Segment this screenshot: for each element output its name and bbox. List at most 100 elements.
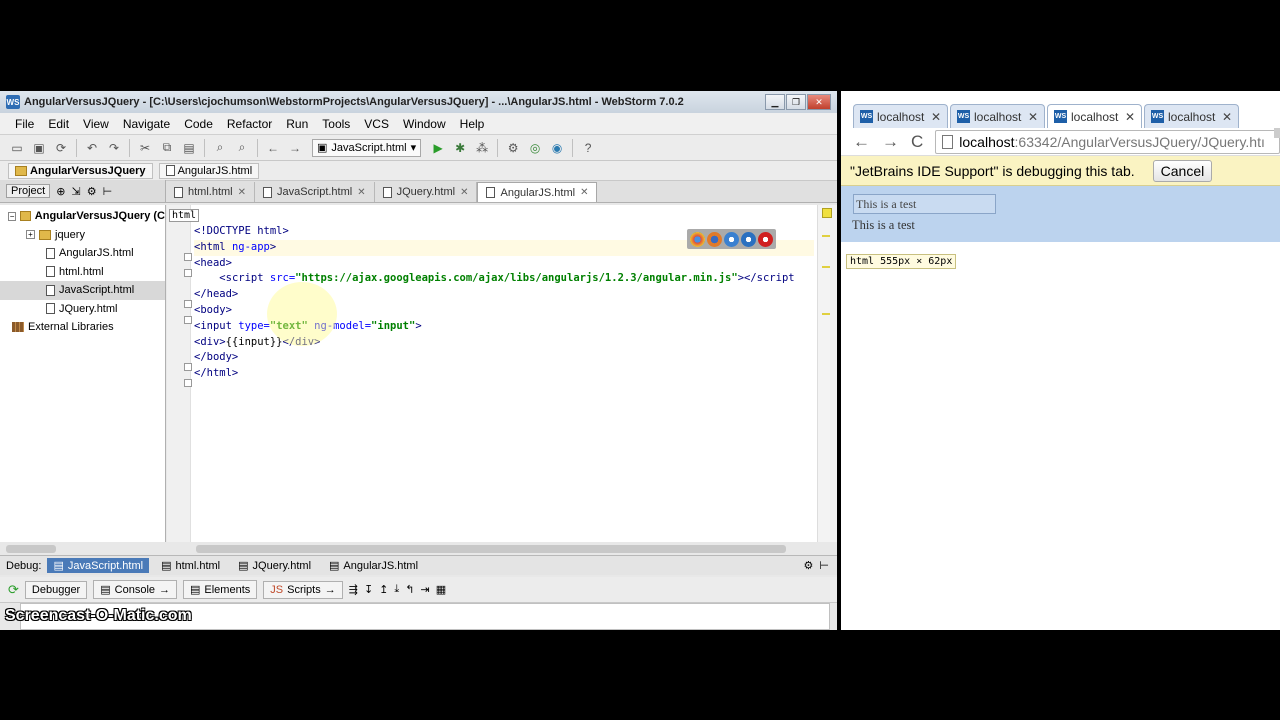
warning-marker[interactable] [822, 235, 830, 237]
rerun-icon[interactable]: ⟳ [8, 582, 19, 598]
close-tab-icon[interactable]: ✕ [931, 110, 941, 124]
fold-icon[interactable] [184, 300, 192, 308]
close-tab-icon[interactable]: ✕ [1222, 110, 1232, 124]
close-button[interactable]: ✕ [807, 94, 831, 110]
menu-run[interactable]: Run [279, 117, 315, 131]
text-input[interactable]: This is a test [853, 194, 996, 214]
code-line[interactable]: <head> [194, 256, 814, 272]
browser-tab[interactable]: WS localhost ✕ [1047, 104, 1142, 128]
tree-item-jquery[interactable]: + jquery [0, 226, 165, 245]
step-into-icon[interactable]: ↧ [364, 583, 373, 596]
menu-view[interactable]: View [76, 117, 116, 131]
hide-icon[interactable]: ⊢ [819, 559, 829, 572]
scroll-thumb[interactable] [196, 545, 786, 553]
back-icon[interactable]: ← [264, 139, 282, 157]
warning-marker[interactable] [822, 266, 830, 268]
redo-icon[interactable]: ↷ [105, 139, 123, 157]
run-config-select[interactable]: ▣ JavaScript.html ▾ [312, 138, 422, 157]
close-icon[interactable]: ✕ [460, 187, 468, 198]
fold-icon[interactable] [184, 363, 192, 371]
plugin-icon[interactable]: ◎ [526, 139, 544, 157]
address-bar[interactable]: localhost:63342/AngularVersusJQuery/JQue… [935, 129, 1280, 154]
paste-icon[interactable]: ▤ [180, 139, 198, 157]
run-icon[interactable]: ▶ [429, 139, 447, 157]
gear-icon[interactable]: ⚙ [87, 185, 97, 198]
tree-item-html[interactable]: html.html [0, 263, 165, 282]
back-icon[interactable]: ← [853, 132, 870, 152]
close-tab-icon[interactable]: ✕ [1125, 110, 1135, 124]
restore-button[interactable]: ❐ [786, 94, 806, 110]
code-line[interactable]: </html> [194, 366, 814, 382]
step-return-icon[interactable]: ↰ [405, 583, 414, 596]
console-tab[interactable]: ▤ Console → [93, 580, 177, 599]
hide-icon[interactable]: ⊢ [103, 185, 113, 198]
minimize-button[interactable]: ▁ [765, 94, 785, 110]
close-tab-icon[interactable]: ✕ [1028, 110, 1038, 124]
settings-icon[interactable]: ⚙ [504, 139, 522, 157]
close-icon[interactable]: ✕ [357, 187, 365, 198]
tab-file[interactable]: AngularJS.html ✕ [477, 182, 598, 202]
browser-tab[interactable]: WS localhost ✕ [1144, 104, 1239, 128]
tag-breadcrumb[interactable]: html [169, 209, 200, 222]
tree-item-external-libraries[interactable]: External Libraries [0, 318, 165, 337]
forward-icon[interactable]: → [286, 139, 304, 157]
menu-help[interactable]: Help [453, 117, 492, 131]
open-folder-icon[interactable]: ▭ [8, 139, 26, 157]
crumb-file[interactable]: AngularJS.html [158, 162, 260, 179]
sync-icon[interactable]: ⟳ [52, 139, 70, 157]
scripts-tab[interactable]: JS Scripts → [263, 580, 343, 599]
find-icon[interactable]: ⌕ [211, 139, 229, 157]
tree-item-jquery-html[interactable]: JQuery.html [0, 300, 165, 319]
tree-item-angularjs[interactable]: AngularJS.html [0, 244, 165, 263]
cancel-button[interactable]: Cancel [1152, 159, 1213, 182]
help-icon[interactable]: ? [579, 139, 597, 157]
crumb-project[interactable]: AngularVersusJQuery [8, 162, 153, 179]
elements-tab[interactable]: ▤ Elements [183, 580, 258, 599]
gear-icon[interactable]: ⚙ [804, 559, 814, 572]
replace-icon[interactable]: ⌕ [233, 139, 251, 157]
undo-icon[interactable]: ↶ [83, 139, 101, 157]
warning-marker[interactable] [822, 313, 830, 315]
close-icon[interactable]: ✕ [580, 187, 588, 198]
collapse-icon[interactable]: ⇲ [71, 185, 80, 198]
run-to-cursor-icon[interactable]: ⇥ [420, 583, 429, 596]
collapse-icon[interactable]: − [8, 211, 17, 221]
browser-tab[interactable]: WS localhost ✕ [950, 104, 1045, 128]
code-line[interactable]: </body> [194, 350, 814, 366]
forward-icon[interactable]: → [882, 132, 899, 152]
safari-icon[interactable] [724, 231, 739, 247]
expand-icon[interactable]: + [26, 230, 35, 240]
close-icon[interactable]: ✕ [238, 187, 246, 198]
web-icon[interactable]: ◉ [548, 139, 566, 157]
menu-navigate[interactable]: Navigate [116, 117, 177, 131]
reload-icon[interactable]: C [911, 132, 923, 152]
sync-icon[interactable]: ⊕ [56, 185, 65, 198]
browser-tab[interactable]: WS localhost ✕ [853, 104, 948, 128]
tab-file[interactable]: html.html ✕ [166, 182, 256, 202]
tab-file[interactable]: JQuery.html ✕ [375, 182, 478, 202]
menu-window[interactable]: Window [396, 117, 453, 131]
opera-icon[interactable] [758, 231, 773, 247]
menu-tools[interactable]: Tools [315, 117, 357, 131]
save-icon[interactable]: ▣ [30, 139, 48, 157]
debug-session-tab[interactable]: ▤ JavaScript.html [47, 558, 150, 573]
chrome-icon[interactable] [690, 231, 705, 247]
horizontal-scrollbar[interactable] [0, 542, 837, 556]
copy-icon[interactable]: ⧉ [158, 139, 176, 157]
step-out-icon[interactable]: ↥ [379, 583, 388, 596]
fold-icon[interactable] [184, 269, 192, 277]
step-over-icon[interactable]: ⇶ [349, 583, 358, 596]
tab-project[interactable]: Project [6, 184, 51, 198]
fold-icon[interactable] [184, 379, 192, 387]
code-editor[interactable]: html <!DOCTYPE html> <html ng-app> <head> … [167, 205, 817, 545]
menu-code[interactable]: Code [177, 117, 220, 131]
firefox-icon[interactable] [707, 231, 722, 247]
debugger-tab[interactable]: Debugger [24, 580, 88, 599]
menu-edit[interactable]: Edit [41, 117, 76, 131]
tab-file[interactable]: JavaScript.html ✕ [255, 182, 375, 202]
tree-item-javascript[interactable]: JavaScript.html [0, 281, 165, 300]
menu-file[interactable]: File [8, 117, 41, 131]
debug-session-tab[interactable]: ▤ AngularJS.html [323, 558, 424, 573]
tree-root[interactable]: − AngularVersusJQuery (C [0, 207, 165, 226]
menu-refactor[interactable]: Refactor [220, 117, 279, 131]
